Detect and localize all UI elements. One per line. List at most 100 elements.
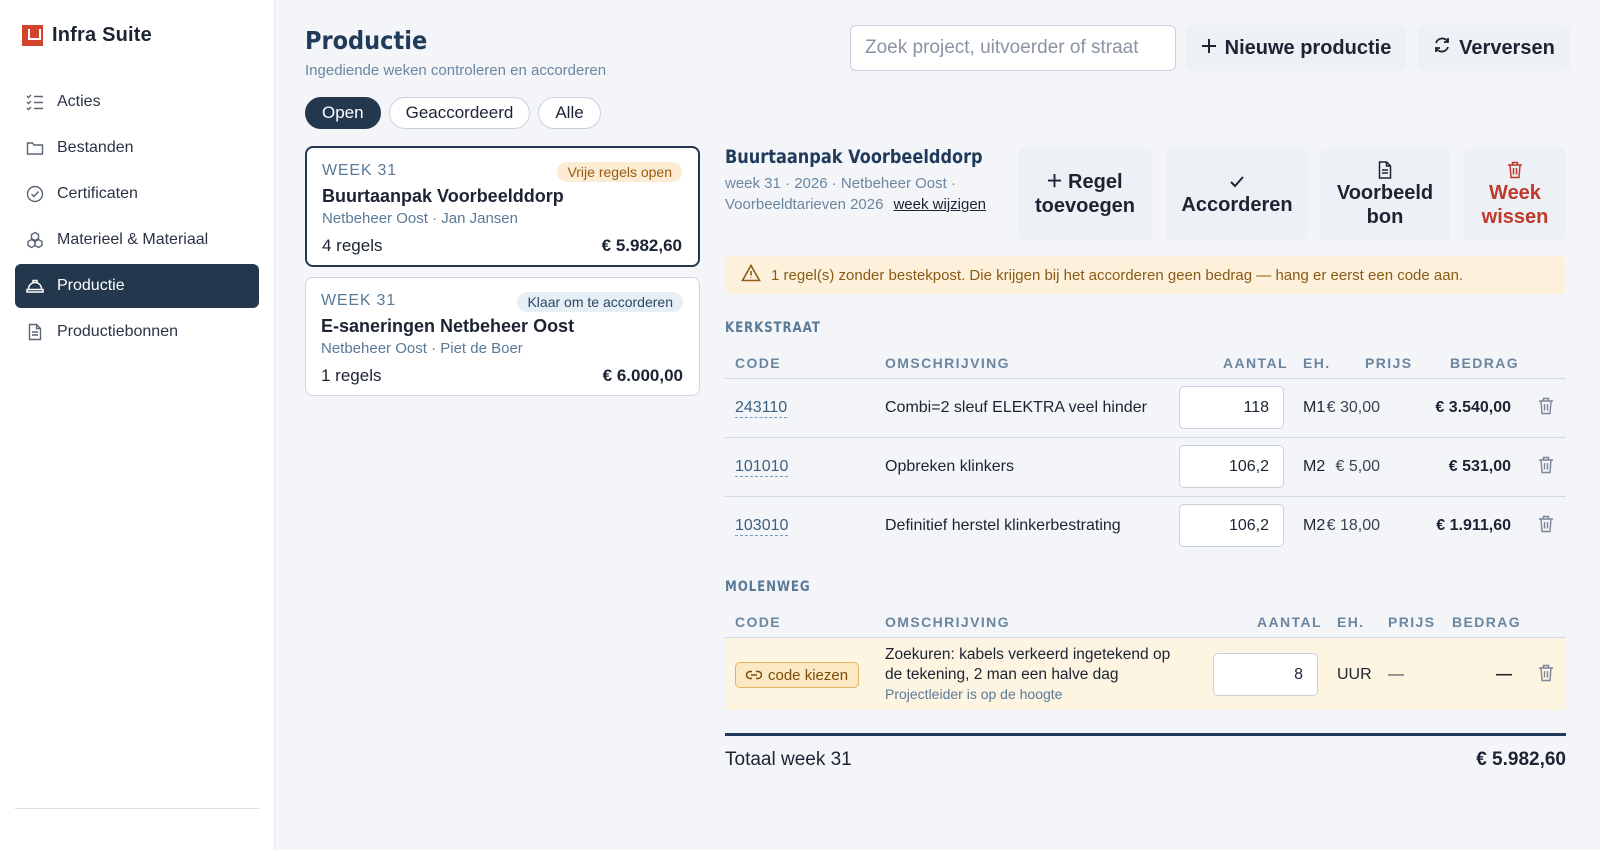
column-header-quantity: AANTAL: [1257, 614, 1322, 630]
change-week-link[interactable]: week wijzigen: [893, 196, 986, 213]
sidebar-divider: [15, 808, 259, 809]
table-row: 243110 Combi=2 sleuf ELEKTRA veel hinder…: [725, 379, 1566, 437]
brand[interactable]: Infra Suite: [22, 24, 152, 47]
client-name: Netbeheer Oost: [322, 210, 428, 227]
folder-icon: [25, 138, 45, 158]
quantity-input[interactable]: [1179, 445, 1284, 488]
column-header-description: OMSCHRIJVING: [885, 614, 1010, 630]
add-row-button[interactable]: Regel toevoegen: [1018, 148, 1152, 240]
delete-week-button[interactable]: Week wissen: [1464, 148, 1566, 240]
badge-check-icon: [25, 184, 45, 204]
plus-icon: [1047, 171, 1062, 193]
detail-title: Buurtaanpak Voorbeelddorp: [725, 146, 983, 168]
sidebar-item-materieel[interactable]: Materieel & Materiaal: [15, 218, 259, 262]
column-header-price: PRIJS: [1365, 355, 1413, 371]
row-price: —: [1388, 666, 1404, 683]
sidebar-item-productiebonnen[interactable]: Productiebonnen: [15, 310, 259, 354]
filter-alle[interactable]: Alle: [538, 97, 601, 129]
week-sum: € 6.000,00: [602, 366, 683, 385]
bestek-code-link[interactable]: 243110: [735, 399, 788, 418]
column-header-price: PRIJS: [1388, 614, 1436, 630]
sidebar-item-label: Bestanden: [57, 139, 134, 156]
refresh-button[interactable]: Verversen: [1418, 25, 1570, 71]
new-production-label: Nieuwe productie: [1224, 36, 1392, 59]
week-label: WEEK 31: [322, 162, 397, 179]
check-icon: [1229, 171, 1245, 193]
page-subtitle: Ingediende weken controleren en accorder…: [305, 62, 607, 79]
row-price: € 30,00: [1326, 399, 1380, 416]
row-unit: M2: [1303, 458, 1326, 475]
trash-icon[interactable]: [1538, 397, 1554, 420]
column-header-description: OMSCHRIJVING: [885, 355, 1010, 371]
sidebar-item-label: Productie: [57, 277, 125, 294]
trash-icon[interactable]: [1538, 456, 1554, 479]
approve-label: Accorderen: [1181, 194, 1293, 216]
filter-open[interactable]: Open: [305, 97, 381, 129]
quantity-input[interactable]: [1179, 504, 1284, 547]
column-header-code: CODE: [735, 614, 782, 630]
sidebar-nav: Acties Bestanden Certificaten Materieel …: [15, 80, 259, 356]
link-icon: [745, 667, 763, 684]
sidebar-item-productie[interactable]: Productie: [15, 264, 259, 308]
preview-button[interactable]: Voorbeeld bon: [1320, 148, 1450, 240]
column-header-unit: EH.: [1337, 614, 1365, 630]
bestek-code-link[interactable]: 101010: [735, 458, 789, 477]
section-heading: MOLENWEG: [725, 579, 811, 595]
column-header-code: CODE: [735, 355, 782, 371]
sidebar-item-label: Productiebonnen: [57, 323, 178, 340]
table-row: 101010 Opbreken klinkers M2 € 5,00 € 531…: [725, 438, 1566, 496]
week-sum: € 5.982,60: [601, 236, 682, 255]
filter-geaccordeerd[interactable]: Geaccordeerd: [388, 97, 531, 129]
week-card-meta: Netbeheer Oost · Piet de Boer: [321, 340, 523, 357]
client-name: Netbeheer Oost: [321, 340, 427, 357]
delete-week-label-2: wissen: [1481, 206, 1549, 228]
row-description-line-2: de tekening, 2 man een halve dag: [885, 666, 1119, 683]
row-unit: UUR: [1337, 666, 1372, 683]
total-label: Totaal week 31: [725, 749, 852, 770]
person-name: Piet de Boer: [440, 340, 523, 357]
table-row: code kiezen Zoekuren: kabels verkeerd in…: [725, 638, 1566, 710]
column-header-quantity: AANTAL: [1223, 355, 1288, 371]
sidebar-item-acties[interactable]: Acties: [15, 80, 259, 124]
sidebar-item-bestanden[interactable]: Bestanden: [15, 126, 259, 170]
column-header-unit: EH.: [1303, 355, 1331, 371]
search-input[interactable]: [850, 25, 1176, 71]
sidebar-item-label: Acties: [57, 93, 101, 110]
bestek-code-link[interactable]: 103010: [735, 517, 789, 536]
week-card[interactable]: WEEK 31 Klaar om te accorderen E-sanerin…: [305, 277, 700, 396]
new-production-button[interactable]: Nieuwe productie: [1186, 25, 1406, 71]
row-amount: € 3.540,00: [1435, 399, 1511, 416]
pick-code-button[interactable]: code kiezen: [735, 662, 860, 688]
boxes-icon: [25, 230, 45, 250]
plus-icon: [1201, 37, 1217, 60]
row-unit: M2: [1303, 517, 1326, 534]
row-amount: —: [1496, 666, 1512, 683]
warning-text: 1 regel(s) zonder bestekpost. Die krijge…: [771, 266, 1464, 284]
total-value: € 5.982,60: [1476, 749, 1566, 770]
trash-icon[interactable]: [1538, 664, 1554, 687]
column-header-amount: BEDRAG: [1450, 355, 1520, 371]
preview-label-1: Voorbeeld: [1336, 182, 1434, 204]
trash-icon[interactable]: [1538, 515, 1554, 538]
total-divider: [725, 733, 1566, 736]
row-description: Opbreken klinkers: [885, 458, 1014, 475]
section-heading: KERKSTRAAT: [725, 320, 821, 336]
quantity-input[interactable]: [1179, 386, 1284, 429]
row-note: Projectleider is op de hoogte: [885, 686, 1063, 702]
week-card-title: E-saneringen Netbeheer Oost: [321, 316, 575, 336]
sidebar-item-label: Certificaten: [57, 185, 138, 202]
row-unit: M1: [1303, 399, 1326, 416]
approve-button[interactable]: Accorderen: [1166, 148, 1308, 240]
brand-name: Infra Suite: [52, 24, 152, 46]
warning-icon: [741, 263, 761, 286]
status-badge: Klaar om te accorderen: [517, 292, 683, 312]
delete-week-label-1: Week: [1489, 182, 1541, 204]
column-header-amount: BEDRAG: [1452, 614, 1522, 630]
sidebar-item-certificaten[interactable]: Certificaten: [15, 172, 259, 216]
row-count: 1 regels: [321, 366, 382, 385]
status-badge: Vrije regels open: [557, 162, 682, 182]
quantity-input[interactable]: [1213, 653, 1318, 696]
trash-icon: [1507, 159, 1523, 181]
week-card[interactable]: WEEK 31 Vrije regels open Buurtaanpak Vo…: [305, 146, 700, 267]
document-icon: [25, 322, 45, 342]
